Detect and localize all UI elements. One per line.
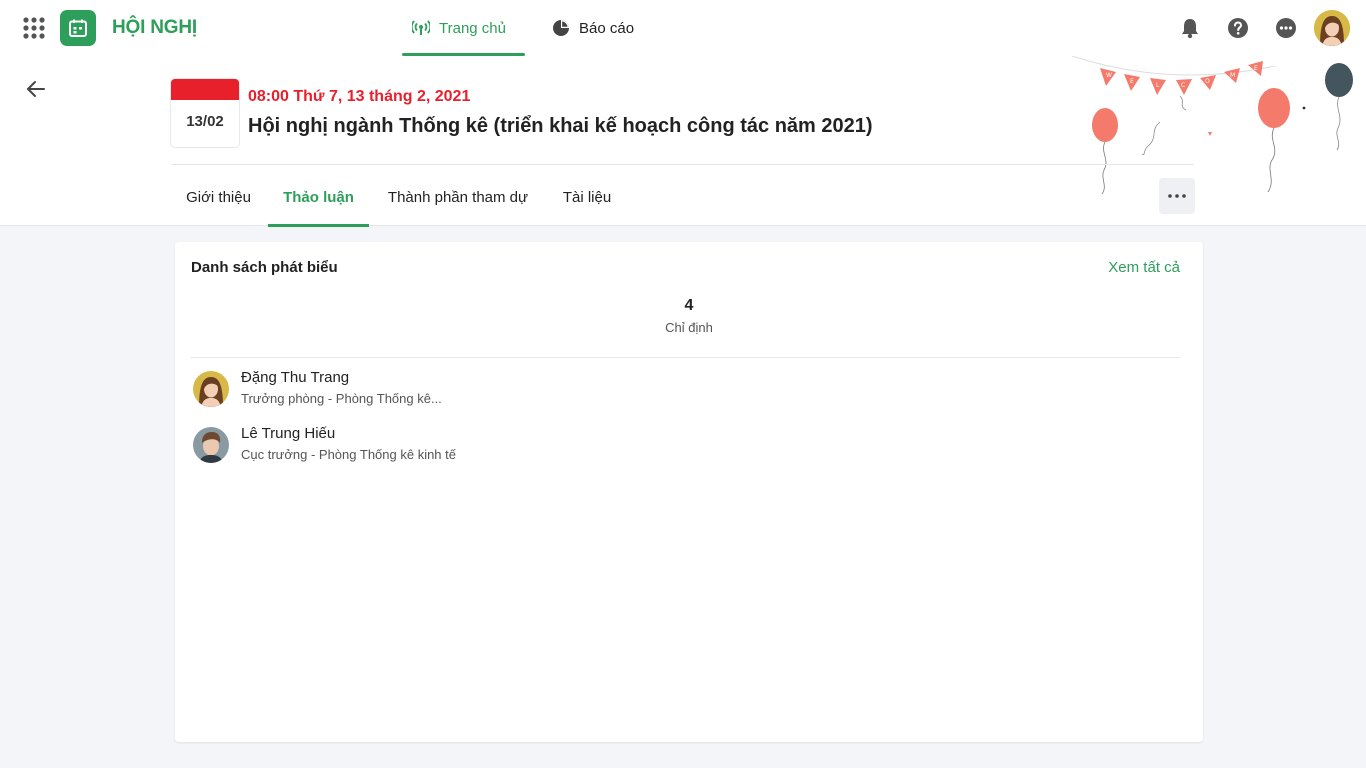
svg-text:O: O — [1205, 78, 1210, 85]
nav-tab-report[interactable]: Báo cáo — [552, 0, 634, 56]
header-divider — [171, 164, 1194, 165]
back-arrow-icon[interactable] — [25, 78, 47, 100]
card-divider — [191, 357, 1180, 358]
help-icon[interactable] — [1227, 17, 1249, 39]
bell-icon[interactable] — [1179, 17, 1201, 39]
speaker-name: Đặng Thu Trang — [241, 369, 350, 386]
speaker-role: Cục trưởng - Phòng Thống kê kinh tế — [241, 447, 456, 462]
view-all-link[interactable]: Xem tất cả — [1108, 259, 1180, 276]
ellipsis-icon — [1168, 194, 1186, 198]
app-logo[interactable] — [60, 10, 96, 46]
svg-text:M: M — [1230, 72, 1235, 79]
svg-text:W: W — [1106, 72, 1112, 79]
tab-discussion[interactable]: Thảo luận — [268, 168, 369, 227]
speaker-item[interactable]: Đặng Thu Trang Trưởng phòng - Phòng Thốn… — [193, 369, 793, 409]
user-avatar-image — [1314, 10, 1350, 46]
speaker-name: Lê Trung Hiếu — [241, 425, 336, 442]
user-avatar[interactable] — [1314, 10, 1350, 46]
more-icon[interactable] — [1275, 17, 1297, 39]
event-header: 13/02 08:00 Thứ 7, 13 tháng 2, 2021 Hội … — [0, 56, 1366, 227]
svg-text:E: E — [1130, 78, 1134, 85]
tab-participants[interactable]: Thành phần tham dự — [369, 168, 547, 226]
calendar-icon — [69, 19, 87, 37]
more-options-button[interactable] — [1159, 178, 1195, 214]
top-bar: HỘI NGHỊ Trang chủ Báo cáo — [0, 0, 1366, 56]
speakers-card: Danh sách phát biểu Xem tất cả 4 Chỉ địn… — [175, 242, 1203, 742]
speaker-avatar — [193, 371, 229, 407]
apps-grid-icon[interactable] — [23, 17, 45, 39]
svg-text:C: C — [1181, 82, 1185, 89]
nav-tab-home-label: Trang chủ — [439, 19, 506, 37]
speaker-item[interactable]: Lê Trung Hiếu Cục trưởng - Phòng Thống k… — [193, 425, 793, 465]
tab-introduction[interactable]: Giới thiệu — [169, 168, 268, 226]
svg-text:E: E — [1254, 65, 1258, 72]
tab-documents[interactable]: Tài liệu — [547, 168, 627, 226]
assigned-count: 4 — [684, 297, 694, 314]
nav-tab-report-label: Báo cáo — [579, 19, 635, 37]
welcome-decoration: WEL COME — [1071, 56, 1353, 195]
app-title[interactable]: HỘI NGHỊ — [112, 17, 197, 39]
speaker-role: Trưởng phòng - Phòng Thống kê... — [241, 391, 442, 406]
event-date-badge: 13/02 — [171, 79, 239, 147]
event-title: Hội nghị ngành Thống kê (triển khai kế h… — [248, 115, 873, 137]
speaker-avatar — [193, 427, 229, 463]
broadcast-icon — [412, 20, 430, 35]
card-title: Danh sách phát biểu — [191, 259, 338, 276]
nav-tab-home[interactable]: Trang chủ — [402, 0, 525, 56]
date-badge-value: 13/02 — [186, 113, 224, 130]
date-badge-header — [171, 79, 239, 100]
pie-chart-icon — [553, 20, 569, 36]
assigned-label: Chỉ định — [665, 320, 713, 335]
event-datetime: 08:00 Thứ 7, 13 tháng 2, 2021 — [248, 88, 471, 105]
assigned-stat[interactable]: 4 Chỉ định — [175, 297, 1203, 335]
